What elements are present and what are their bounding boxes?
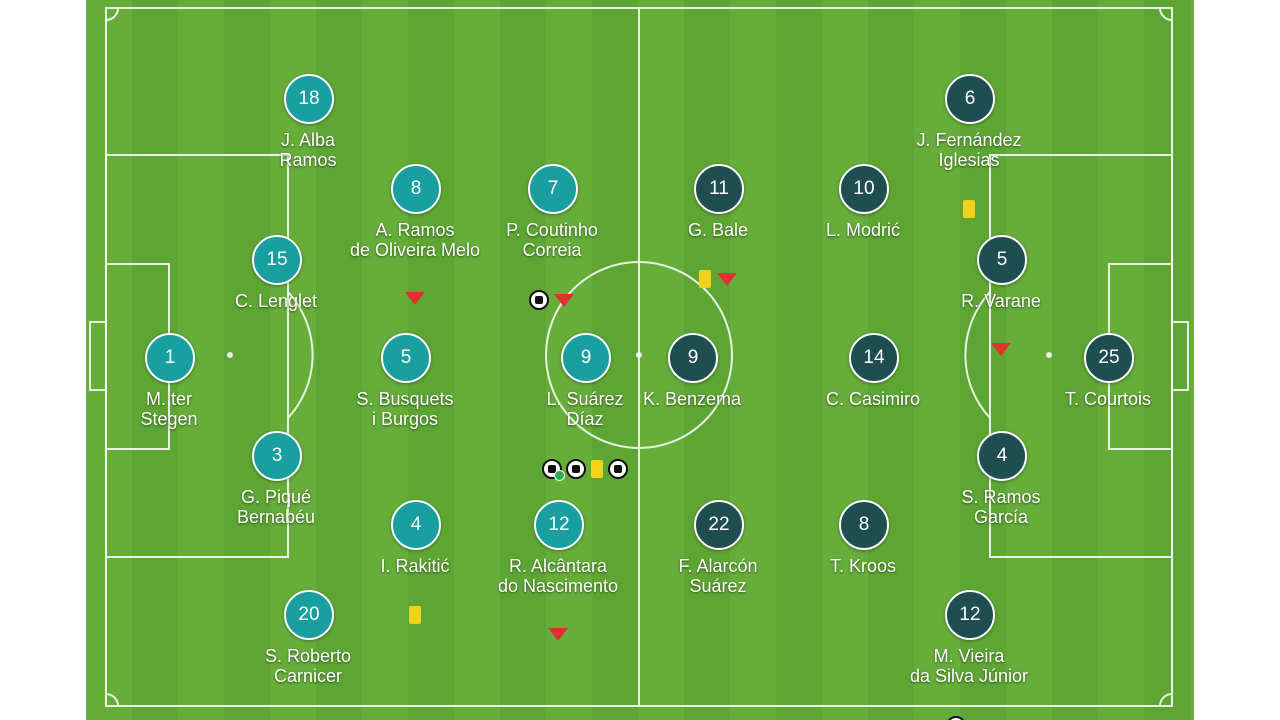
player-name: T. Courtois bbox=[998, 389, 1194, 409]
assist-goal-icon bbox=[542, 459, 565, 481]
player-name: S. Roberto Carnicer bbox=[198, 646, 418, 686]
player-name-line: M. Vieira bbox=[933, 646, 1005, 666]
shirt-number[interactable]: 6 bbox=[945, 74, 995, 124]
player-name-line: T. Courtois bbox=[1064, 389, 1152, 409]
player-name-line: Carnicer bbox=[273, 666, 343, 686]
player-events bbox=[608, 270, 828, 294]
shirt-number[interactable]: 1 bbox=[145, 333, 195, 383]
shirt-number[interactable]: 11 bbox=[694, 164, 744, 214]
player-name: J. Fernández Iglesias bbox=[859, 130, 1079, 170]
shirt-number[interactable]: 10 bbox=[839, 164, 889, 214]
player-name: S. Ramos García bbox=[891, 487, 1111, 527]
shirt-number[interactable]: 3 bbox=[252, 431, 302, 481]
yellow-card-icon bbox=[409, 606, 421, 624]
sub-off-icon bbox=[554, 293, 574, 307]
player-name-line: Iglesias bbox=[938, 150, 1000, 170]
football-pitch: 1 M. ter Stegen 18 J. Alba Ramos 15 C. Lenglet 3… bbox=[86, 0, 1194, 720]
shirt-number[interactable]: 12 bbox=[945, 590, 995, 640]
player-name-line: Suárez bbox=[689, 576, 747, 596]
player-name: G. Bale bbox=[608, 220, 828, 240]
shirt-number[interactable]: 15 bbox=[252, 235, 302, 285]
goal-icon bbox=[946, 716, 966, 720]
player-name-line: Correia bbox=[522, 240, 582, 260]
player-name-line: S. Ramos bbox=[961, 487, 1041, 507]
shirt-number[interactable]: 5 bbox=[977, 235, 1027, 285]
player-name-line: J. Fernández bbox=[916, 130, 1022, 150]
player-events bbox=[891, 341, 1111, 365]
player-events bbox=[859, 716, 1079, 720]
player-name: R. Varane bbox=[891, 291, 1111, 311]
player-name: G. Piqué Bernabéu bbox=[166, 487, 386, 527]
shirt-number[interactable]: 8 bbox=[839, 500, 889, 550]
player-name-line: M. ter bbox=[145, 389, 192, 409]
player-name-line: Díaz bbox=[566, 409, 604, 429]
shirt-number[interactable]: 14 bbox=[849, 333, 899, 383]
player-name-line: S. Roberto bbox=[264, 646, 352, 666]
player-events bbox=[448, 626, 668, 650]
shirt-number[interactable]: 7 bbox=[528, 164, 578, 214]
player-name-line: J. Alba bbox=[280, 130, 336, 150]
yellow-card-icon bbox=[963, 200, 975, 218]
player-name-line: Ramos bbox=[279, 150, 337, 170]
player-name: M. Vieira da Silva Júnior bbox=[859, 646, 1079, 686]
player-name-line: G. Bale bbox=[687, 220, 749, 240]
player-name: M. ter Stegen bbox=[86, 389, 279, 429]
player-name-line: García bbox=[973, 507, 1029, 527]
shirt-number[interactable]: 4 bbox=[977, 431, 1027, 481]
player-name-line: G. Piqué bbox=[240, 487, 312, 507]
shirt-number[interactable]: 12 bbox=[534, 500, 584, 550]
shirt-number[interactable]: 8 bbox=[391, 164, 441, 214]
goal-icon bbox=[529, 290, 549, 310]
player-name: K. Benzema bbox=[582, 389, 802, 409]
yellow-card-icon bbox=[699, 270, 711, 288]
player-name-line: Bernabéu bbox=[236, 507, 316, 527]
player-name-line: da Silva Júnior bbox=[909, 666, 1029, 686]
goal-icon bbox=[566, 459, 586, 479]
player-name-line: R. Varane bbox=[961, 291, 1041, 311]
shirt-number[interactable]: 5 bbox=[381, 333, 431, 383]
shirt-number[interactable]: 22 bbox=[694, 500, 744, 550]
sub-off-icon bbox=[548, 628, 568, 642]
player-name: J. Alba Ramos bbox=[198, 130, 418, 170]
sub-off-icon bbox=[717, 272, 737, 286]
player-name-line: K. Benzema bbox=[642, 389, 742, 409]
player-name-line: Stegen bbox=[140, 409, 198, 429]
check-icon bbox=[554, 470, 565, 481]
goal-icon bbox=[608, 459, 628, 479]
shirt-number[interactable]: 4 bbox=[391, 500, 441, 550]
player-name: F. Alarcón Suárez bbox=[608, 556, 828, 596]
shirt-number[interactable]: 9 bbox=[668, 333, 718, 383]
player-events bbox=[475, 459, 695, 483]
shirt-number[interactable]: 18 bbox=[284, 74, 334, 124]
sub-off-icon bbox=[405, 292, 425, 306]
player-name-line: F. Alarcón bbox=[678, 556, 758, 576]
yellow-card-icon bbox=[591, 460, 603, 478]
sub-off-icon bbox=[991, 343, 1011, 357]
shirt-number[interactable]: 9 bbox=[561, 333, 611, 383]
